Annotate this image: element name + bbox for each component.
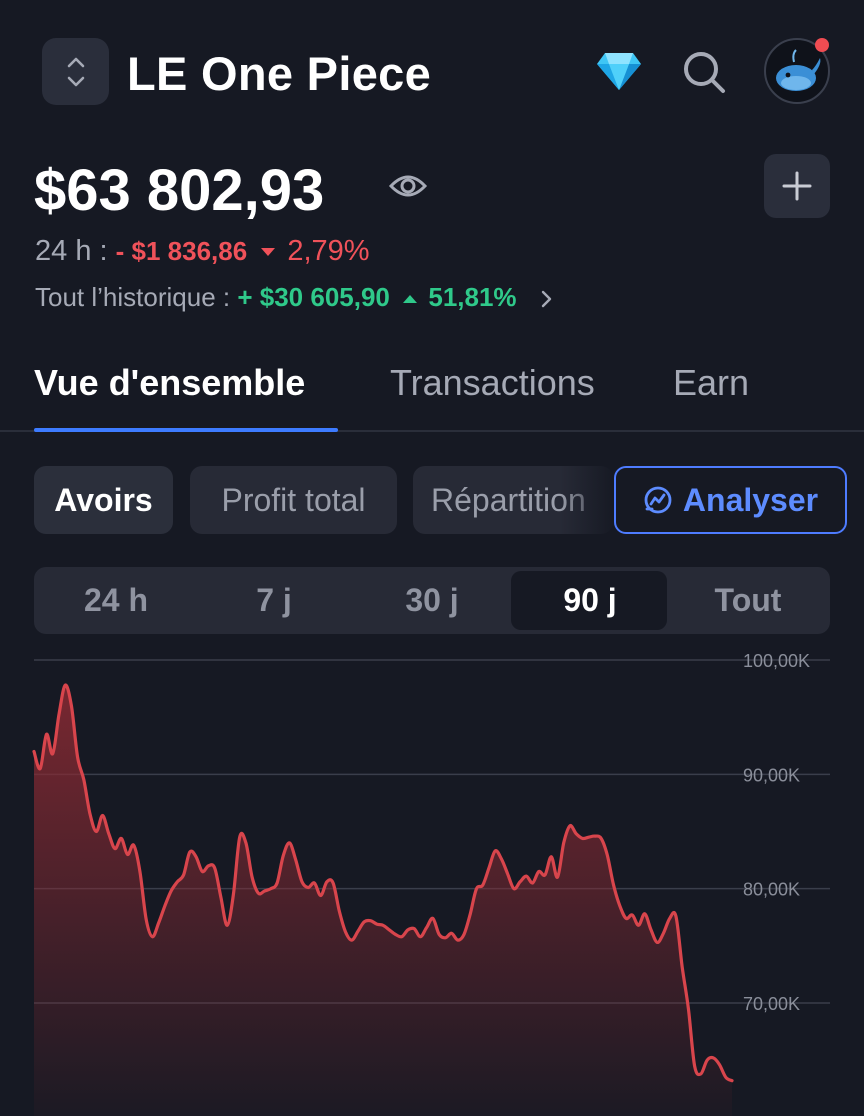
history-label: Tout l’historique :: [35, 282, 231, 312]
chart-y-tick-label: 100,00K: [743, 651, 810, 671]
chip-scroll-fade: [560, 466, 616, 534]
period-7d[interactable]: 7 j: [195, 567, 353, 634]
chevron-up-down-icon: [67, 57, 84, 86]
chart-y-tick-label: 90,00K: [743, 765, 800, 785]
period-24h[interactable]: 24 h: [37, 567, 195, 634]
wallet-title[interactable]: LE One Piece: [127, 42, 431, 106]
period-90d[interactable]: 90 j: [511, 567, 669, 634]
day-change-row: 24 h : - $1 836,86 2,79%: [35, 234, 370, 268]
history-change-value: + $30 605,90: [237, 282, 390, 312]
day-change-pct: 2,79%: [287, 235, 370, 267]
period-30d[interactable]: 30 j: [353, 567, 511, 634]
wallet-switcher-button[interactable]: [42, 38, 109, 105]
tab-overview[interactable]: Vue d'ensemble: [34, 360, 305, 406]
portfolio-chart[interactable]: 100,00K 90,00K 80,00K 70,00K: [0, 650, 864, 1116]
history-change-pct: 51,81%: [428, 282, 517, 312]
tab-earn[interactable]: Earn: [673, 360, 749, 406]
chip-total-profit[interactable]: Profit total: [190, 466, 397, 534]
chart-area-fill: [34, 685, 732, 1116]
search-icon[interactable]: [680, 48, 728, 101]
notification-dot: [815, 38, 829, 52]
day-change-label: 24 h :: [35, 235, 108, 267]
diamond-icon[interactable]: [595, 50, 643, 97]
day-change-value: - $1 836,86: [115, 236, 248, 266]
tab-active-indicator: [34, 428, 338, 432]
history-change-row[interactable]: Tout l’historique : + $30 605,90 51,81%: [35, 280, 552, 316]
add-button[interactable]: [764, 154, 830, 218]
plus-icon: [782, 171, 812, 201]
chip-holdings[interactable]: Avoirs: [34, 466, 173, 534]
eye-icon[interactable]: [388, 170, 428, 207]
tab-transactions[interactable]: Transactions: [390, 360, 595, 406]
caret-up-icon: [403, 295, 418, 304]
analyze-label: Analyser: [682, 481, 819, 518]
total-balance: $63 802,93: [34, 158, 325, 223]
chart-y-tick-label: 70,00K: [743, 994, 800, 1014]
period-all[interactable]: Tout: [669, 567, 827, 634]
caret-down-icon: [261, 248, 276, 257]
chart-y-tick-label: 80,00K: [743, 880, 800, 900]
analytics-icon: [644, 486, 672, 514]
chevron-right-icon: [540, 282, 552, 316]
analyze-button[interactable]: Analyser: [614, 466, 847, 534]
